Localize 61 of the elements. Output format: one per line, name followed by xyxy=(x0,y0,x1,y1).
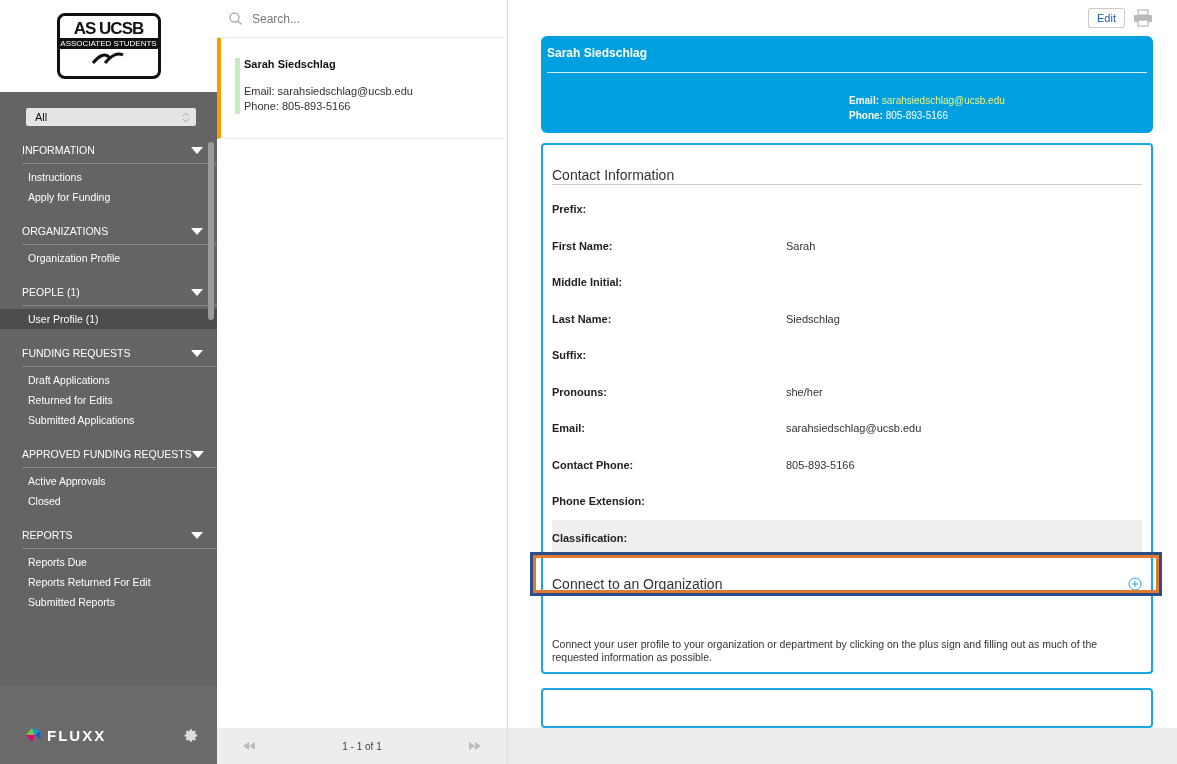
sidebar-item[interactable]: Reports Due xyxy=(0,552,217,572)
sidebar-item[interactable]: Draft Applications xyxy=(0,370,217,390)
caret-icon[interactable] xyxy=(191,227,203,235)
field-label: Pronouns: xyxy=(552,385,608,398)
section-heading: Connect to an Organization xyxy=(552,576,723,592)
section-title[interactable]: REPORTS xyxy=(22,529,73,541)
settings-icon[interactable] xyxy=(184,727,199,743)
section-title[interactable]: FUNDING REQUESTS xyxy=(22,347,131,359)
caret-icon[interactable] xyxy=(191,288,203,296)
field-label: First Name: xyxy=(552,239,614,252)
sidebar-item[interactable]: Reports Returned For Edit xyxy=(0,572,217,592)
profile-name: Sarah Siedschlag xyxy=(547,46,1147,73)
person-card[interactable]: Sarah Siedschlag Email: sarahsiedschlag@ucsb.edu Phone: 805-893-5166 xyxy=(217,38,507,139)
field-label: Last Name: xyxy=(552,312,613,325)
logo-subtitle: ASSOCIATED STUDENTS xyxy=(59,38,158,49)
field-label: Email: xyxy=(552,422,586,435)
field-value: Siedschlag xyxy=(786,312,840,325)
section-heading: Contact Information xyxy=(552,167,1142,185)
field-value: Sarah xyxy=(786,239,816,252)
caret-icon[interactable] xyxy=(191,450,204,458)
edit-button[interactable]: Edit xyxy=(1088,8,1125,28)
caret-icon[interactable] xyxy=(191,146,203,154)
field-value: she/her xyxy=(786,385,823,398)
sidebar-item[interactable]: Closed xyxy=(0,491,217,511)
person-name: Sarah Siedschlag xyxy=(244,58,337,70)
sidebar-item[interactable]: Submitted Reports xyxy=(0,592,217,612)
page-count: 1 - 1 of 1 xyxy=(342,740,382,752)
sidebar-item[interactable]: Active Approvals xyxy=(0,471,217,491)
sidebar-item[interactable]: Apply for Funding xyxy=(0,187,217,207)
header-email: Email: sarahsiedschlag@ucsb.edu xyxy=(849,94,1006,108)
field-label: Middle Initial: xyxy=(552,276,624,289)
updown-icon xyxy=(182,111,190,123)
connect-description: Connect your user profile to your organization or department by clicking on the plus sign and filling out as much of the requested information as possible. xyxy=(552,638,1099,664)
field-label: Contact Phone: xyxy=(552,458,635,471)
field-label: Prefix: xyxy=(552,203,588,216)
field-label: Phone Extension: xyxy=(552,495,646,508)
caret-icon[interactable] xyxy=(191,531,203,539)
sidebar-item[interactable]: Submitted Applications xyxy=(0,410,217,430)
section-title[interactable]: INFORMATION xyxy=(22,144,95,156)
filter-select[interactable]: All xyxy=(26,108,196,126)
sidebar-item[interactable]: Returned for Edits xyxy=(0,390,217,410)
header-phone: Phone: 805-893-5166 xyxy=(849,109,949,123)
sidebar-item[interactable]: Organization Profile xyxy=(0,248,217,268)
caret-icon[interactable] xyxy=(191,349,203,357)
field-label: Classification: xyxy=(552,531,629,544)
logo-title: AS UCSB xyxy=(73,19,144,38)
section-title[interactable]: PEOPLE (1) xyxy=(22,286,80,298)
sidebar-item[interactable]: User Profile (1) xyxy=(0,309,217,329)
sidebar-item[interactable]: Instructions xyxy=(0,167,217,187)
field-value: sarahsiedschlag@ucsb.edu xyxy=(786,422,922,435)
add-icon[interactable] xyxy=(1128,577,1142,591)
field-value: 805-893-5166 xyxy=(786,458,855,471)
person-phone: Phone: 805-893-5166 xyxy=(244,99,352,114)
scrollbar[interactable] xyxy=(208,142,214,320)
search-icon xyxy=(229,12,242,25)
section-title[interactable]: APPROVED FUNDING REQUESTS xyxy=(22,448,192,460)
leaf-logo-icon xyxy=(24,727,42,743)
section-title[interactable]: ORGANIZATIONS xyxy=(22,225,109,237)
person-email: Email: sarahsiedschlag@ucsb.edu xyxy=(244,84,414,99)
field-label: Suffix: xyxy=(552,349,588,362)
brand-name: FLUXX xyxy=(47,726,107,744)
